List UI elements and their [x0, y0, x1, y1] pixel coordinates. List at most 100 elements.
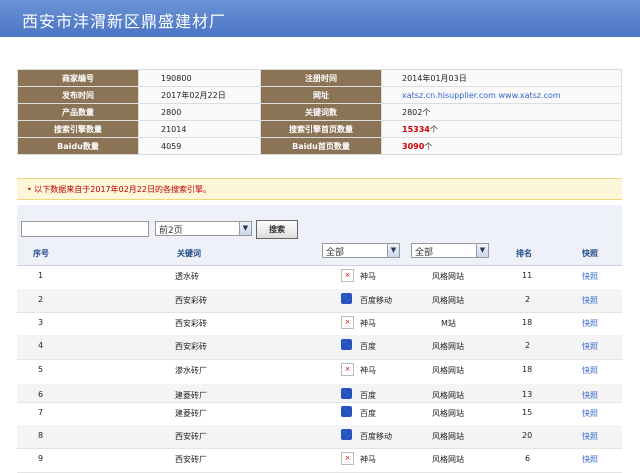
rank-cell: 18	[522, 365, 533, 374]
page-range-select[interactable]: 前2页 ▼	[155, 221, 252, 236]
snapshot-link[interactable]: 快照	[582, 341, 598, 352]
site-cell: 风格网站	[432, 272, 464, 281]
info-label: Baidu数量	[17, 137, 139, 155]
table-row: 7 建菱砖厂 🐾 百度 风格网站 15 快照	[17, 402, 622, 426]
keyword-search-input[interactable]	[21, 221, 149, 237]
engine-cell: 百度移动	[360, 296, 392, 305]
info-value: 4059	[138, 137, 261, 155]
baidu-paw-icon: 🐾	[341, 429, 352, 440]
site-cell: 风格网站	[432, 391, 464, 400]
snapshot-link[interactable]: 快照	[582, 390, 598, 401]
col-keyword: 关键词	[177, 249, 201, 258]
table-row: 4 西安彩砖 🐾 百度 风格网站 2 快照	[17, 335, 622, 360]
snapshot-link[interactable]: 快照	[582, 295, 598, 306]
snapshot-link[interactable]: 快照	[582, 431, 598, 442]
info-label: 搜索引擎数量	[17, 120, 139, 138]
engine-cell: 百度	[360, 342, 376, 351]
engine-cell: 神马	[360, 366, 376, 375]
row-number: 3	[38, 318, 44, 327]
keyword-cell: 西安砖厂	[175, 432, 207, 441]
info-value: 2017年02月22日	[138, 86, 261, 104]
site-cell: 风格网站	[432, 366, 464, 375]
snapshot-link[interactable]: 快照	[582, 271, 598, 282]
snapshot-link[interactable]: 快照	[582, 365, 598, 376]
baidu-paw-icon: 🐾	[341, 293, 352, 304]
site-cell: M站	[441, 319, 456, 328]
info-row: 商家编号 190800 注册时间 2014年01月03日	[17, 69, 622, 87]
info-value: 3090个	[381, 137, 622, 155]
info-label: Baidu首页数量	[260, 137, 382, 155]
row-number: 8	[38, 431, 44, 440]
engine-filter-select[interactable]: 全部 ▼	[322, 243, 400, 258]
snapshot-link[interactable]: 快照	[582, 454, 598, 465]
info-label: 注册时间	[260, 69, 382, 87]
engine-cell: 百度移动	[360, 432, 392, 441]
keyword-cell: 西安砖厂	[175, 455, 207, 464]
info-label: 网址	[260, 86, 382, 104]
col-snapshot: 快照	[582, 249, 598, 258]
info-value: 190800	[138, 69, 261, 87]
keyword-cell: 透水砖	[175, 272, 199, 281]
snapshot-link[interactable]: 快照	[582, 408, 598, 419]
site-cell: 风格网站	[432, 432, 464, 441]
results-header: 序号 关键词 全部 ▼ 全部 ▼ 排名 快照	[17, 241, 622, 266]
row-number: 9	[38, 454, 44, 463]
row-number: 2	[38, 295, 44, 304]
company-title: 西安市沣渭新区鼎盛建材厂	[22, 12, 227, 31]
website-link-text[interactable]: xatsz.cn.hisupplier.com www.xatsz.com	[402, 91, 561, 100]
chevron-down-icon[interactable]: ▼	[387, 244, 399, 257]
site-cell: 风格网站	[432, 455, 464, 464]
broken-image-icon: ×	[341, 316, 354, 329]
broken-image-icon: ×	[341, 452, 354, 465]
info-value: 2802个	[381, 103, 622, 121]
rank-cell: 11	[522, 271, 533, 280]
website-link[interactable]: xatsz.cn.hisupplier.com www.xatsz.com	[381, 86, 622, 104]
broken-image-icon: ×	[341, 363, 354, 376]
rank-cell: 6	[525, 454, 531, 463]
info-label: 关键词数	[260, 103, 382, 121]
engine-cell: 神马	[360, 272, 376, 281]
engine-cell: 百度	[360, 409, 376, 418]
site-cell: 风格网站	[432, 342, 464, 351]
info-row: Baidu数量 4059 Baidu首页数量 3090个	[17, 137, 622, 155]
rank-cell: 20	[522, 431, 533, 440]
search-toolbar: 前2页 ▼ 搜索	[17, 205, 622, 241]
row-number: 5	[38, 365, 44, 374]
row-number: 7	[38, 408, 44, 417]
info-row: 发布时间 2017年02月22日 网址 xatsz.cn.hisupplier.…	[17, 86, 622, 104]
data-source-notice: • 以下数据来自于2017年02月22日的各搜索引擎。	[17, 178, 622, 200]
table-row: 9 西安砖厂 × 神马 风格网站 6 快照	[17, 448, 622, 473]
engine-filter-value: 全部	[326, 248, 345, 258]
engine-cell: 神马	[360, 319, 376, 328]
keyword-cell: 西安彩砖	[175, 296, 207, 305]
notice-text: • 以下数据来自于2017年02月22日的各搜索引擎。	[27, 185, 211, 194]
keyword-cell: 西安彩砖	[175, 319, 207, 328]
chevron-down-icon[interactable]: ▼	[239, 222, 251, 235]
highlight-count: 15334	[402, 124, 430, 134]
keyword-cell: 西安彩砖	[175, 342, 207, 351]
unit-label: 个	[429, 124, 438, 134]
rank-cell: 13	[522, 390, 533, 399]
table-row: 3 西安彩砖 × 神马 M站 18 快照	[17, 312, 622, 336]
site-filter-value: 全部	[415, 248, 434, 258]
broken-image-icon: ×	[341, 269, 354, 282]
info-row: 产品数量 2800 关键词数 2802个	[17, 103, 622, 121]
rank-cell: 18	[522, 318, 533, 327]
site-cell: 风格网站	[432, 296, 464, 305]
highlight-count: 3090	[402, 141, 425, 151]
baidu-paw-icon: 🐾	[341, 388, 352, 399]
info-label: 搜索引擎首页数量	[260, 120, 382, 138]
rank-cell: 15	[522, 408, 533, 417]
site-filter-select[interactable]: 全部 ▼	[411, 243, 489, 258]
snapshot-link[interactable]: 快照	[582, 318, 598, 329]
search-button[interactable]: 搜索	[256, 220, 298, 239]
row-number: 4	[38, 341, 44, 350]
unit-label: 个	[424, 141, 433, 151]
col-no: 序号	[33, 249, 49, 258]
site-cell: 风格网站	[432, 409, 464, 418]
chevron-down-icon[interactable]: ▼	[476, 244, 488, 257]
table-row: 8 西安砖厂 🐾 百度移动 风格网站 20 快照	[17, 425, 622, 449]
baidu-paw-icon: 🐾	[341, 406, 352, 417]
info-value: 2014年01月03日	[381, 69, 622, 87]
info-row: 搜索引擎数量 21014 搜索引擎首页数量 15334个	[17, 120, 622, 138]
